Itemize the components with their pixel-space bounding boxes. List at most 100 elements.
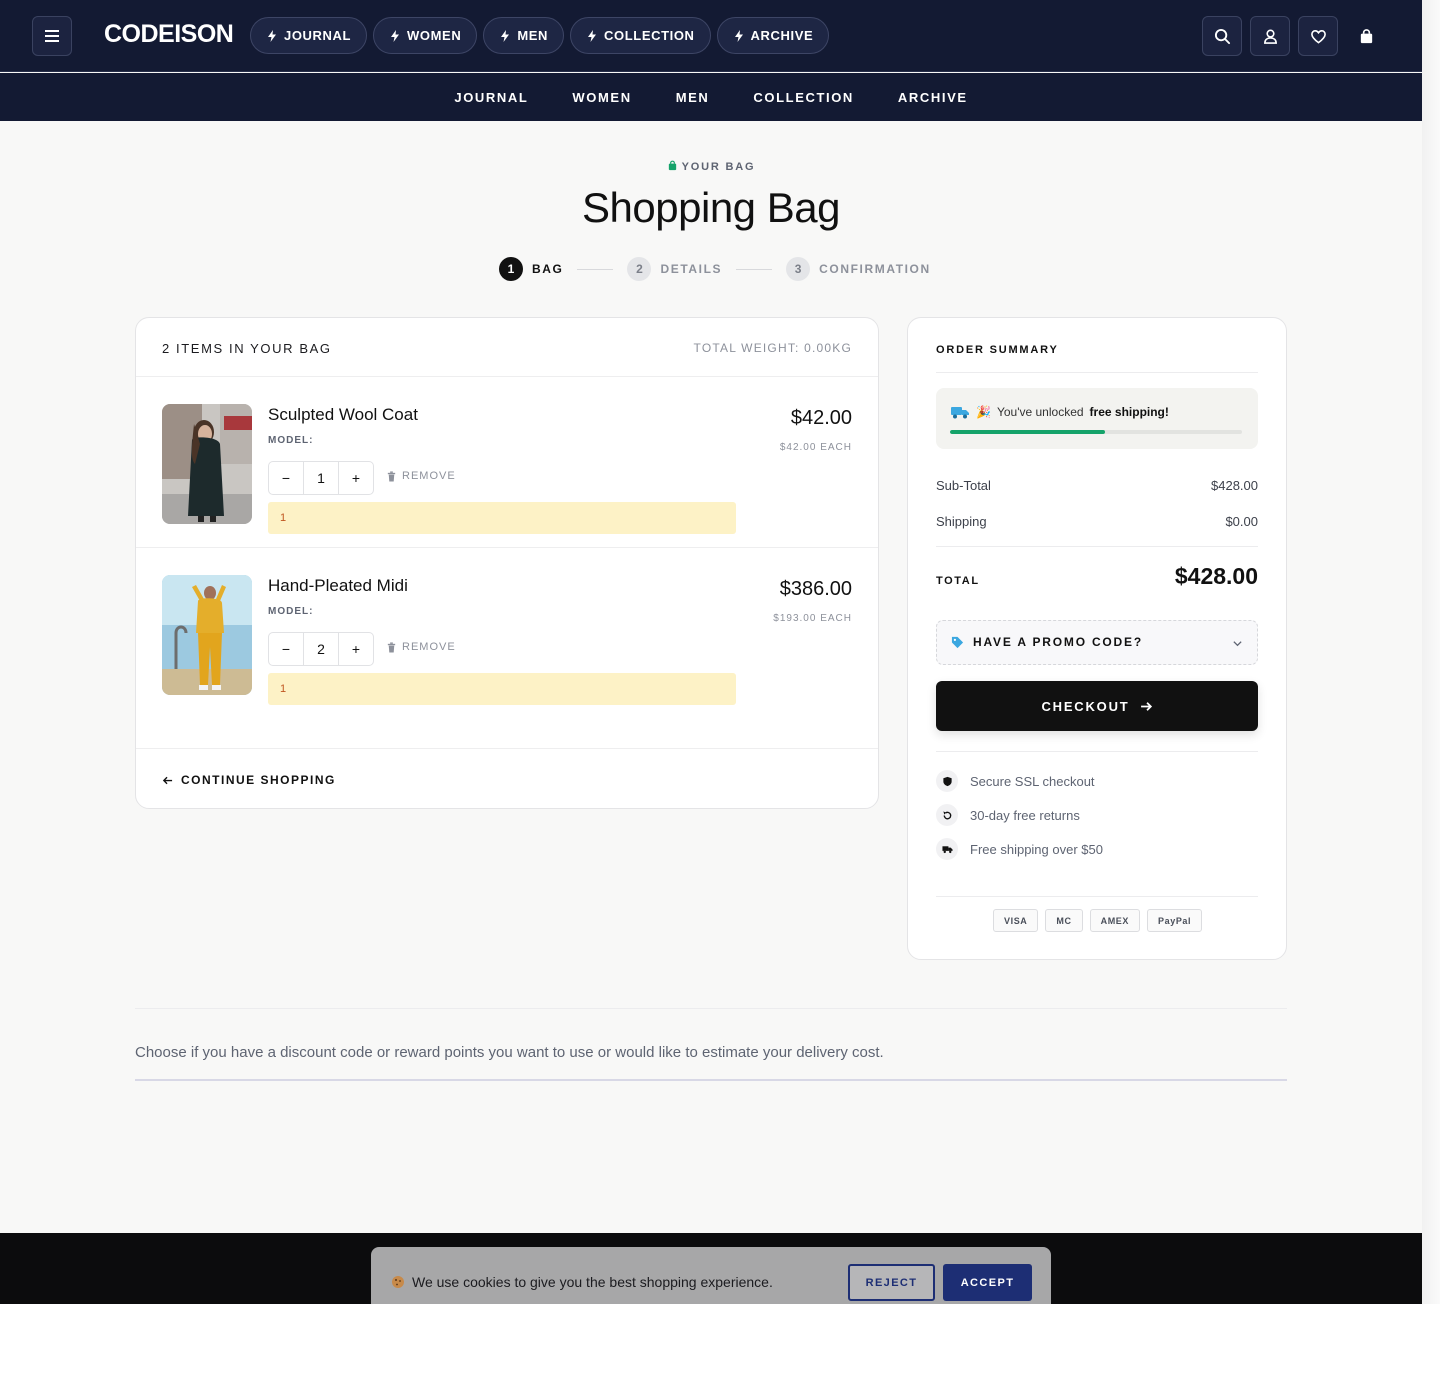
quantity-stepper: − 2 + xyxy=(268,632,374,666)
increase-button[interactable]: + xyxy=(339,633,373,665)
shipping-progress-fill xyxy=(950,430,1105,434)
account-button[interactable] xyxy=(1250,16,1290,56)
nav-women[interactable]: WOMEN xyxy=(572,90,631,105)
pill-archive[interactable]: ARCHIVE xyxy=(716,17,830,54)
step-label: BAG xyxy=(532,262,564,276)
bolt-icon xyxy=(588,29,597,42)
shipping-value: $0.00 xyxy=(1225,514,1258,529)
quick-nav: JOURNAL WOMEN MEN COLLECTION ARCHIVE xyxy=(250,17,830,54)
increase-button[interactable]: + xyxy=(339,462,373,494)
shipping-progress-bar xyxy=(950,430,1242,434)
shipping-bold: free shipping! xyxy=(1089,405,1169,419)
pill-label: WOMEN xyxy=(407,28,462,43)
remove-label: REMOVE xyxy=(402,641,456,653)
pill-journal[interactable]: JOURNAL xyxy=(250,17,368,54)
bag-icon xyxy=(1360,28,1372,43)
pill-label: COLLECTION xyxy=(604,28,695,43)
eyebrow-label: YOUR BAG xyxy=(681,161,756,173)
remove-button[interactable]: REMOVE xyxy=(386,470,456,482)
product-image[interactable] xyxy=(162,404,252,524)
nav-archive[interactable]: ARCHIVE xyxy=(898,90,968,105)
tag-icon xyxy=(951,636,964,648)
promo-code-toggle[interactable]: HAVE A PROMO CODE? xyxy=(936,620,1258,665)
nav-collection[interactable]: COLLECTION xyxy=(753,90,854,105)
accept-cookies-button[interactable]: ACCEPT xyxy=(943,1264,1032,1301)
trash-icon xyxy=(387,470,396,482)
perk-ssl: Secure SSL checkout xyxy=(936,770,1095,792)
discount-description: Choose if you have a discount code or re… xyxy=(135,1044,884,1061)
bolt-icon xyxy=(734,29,743,42)
summary-title: ORDER SUMMARY xyxy=(936,344,1059,356)
quantity-value[interactable]: 1 xyxy=(303,462,339,494)
product-name[interactable]: Sculpted Wool Coat xyxy=(268,405,418,425)
scrollbar-track[interactable] xyxy=(1422,0,1440,1304)
perk-label: Secure SSL checkout xyxy=(970,773,1095,789)
search-icon xyxy=(1214,28,1230,44)
free-shipping-banner: 🎉 You've unlocked free shipping! xyxy=(936,388,1258,449)
item-price: $386.00 xyxy=(779,578,852,600)
logo[interactable]: CODEISON xyxy=(104,20,234,49)
pill-label: ARCHIVE xyxy=(750,28,814,43)
shield-icon xyxy=(936,770,958,792)
nav-men[interactable]: MEN xyxy=(676,90,710,105)
total-label: TOTAL xyxy=(936,575,980,587)
step-details[interactable]: 2 DETAILS xyxy=(627,257,722,281)
decrease-button[interactable]: − xyxy=(269,633,303,665)
step-confirmation[interactable]: 3 CONFIRMATION xyxy=(786,257,931,281)
shipping-row: Shipping $0.00 xyxy=(936,514,1258,529)
step-label: CONFIRMATION xyxy=(819,262,931,276)
checkout-label: CHECKOUT xyxy=(1041,698,1130,714)
bag-button[interactable] xyxy=(1346,16,1386,56)
step-bag[interactable]: 1 BAG xyxy=(499,257,563,281)
trash-icon xyxy=(387,641,396,653)
payment-badge-visa: VISA xyxy=(993,909,1039,932)
item-notice: 1 xyxy=(268,502,736,534)
nav-journal[interactable]: JOURNAL xyxy=(454,90,528,105)
shipping-label: Shipping xyxy=(936,514,987,529)
main-nav: JOURNAL WOMEN MEN COLLECTION ARCHIVE xyxy=(0,73,1422,121)
search-button[interactable] xyxy=(1202,16,1242,56)
continue-shopping-link[interactable]: CONTINUE SHOPPING xyxy=(162,773,336,787)
bag-total-weight: TOTAL WEIGHT: 0.00KG xyxy=(693,341,852,355)
bolt-icon xyxy=(501,29,510,42)
divider xyxy=(135,1008,1287,1009)
subtotal-value: $428.00 xyxy=(1211,478,1258,493)
checkout-button[interactable]: CHECKOUT xyxy=(936,681,1258,731)
divider xyxy=(936,751,1258,752)
arrow-left-icon xyxy=(162,776,173,784)
product-name[interactable]: Hand-Pleated Midi xyxy=(268,576,408,596)
perk-returns: 30-day free returns xyxy=(936,804,1080,826)
quantity-stepper: − 1 + xyxy=(268,461,374,495)
cookie-text: We use cookies to give you the best shop… xyxy=(412,1274,773,1290)
step-divider xyxy=(577,268,614,270)
reject-cookies-button[interactable]: REJECT xyxy=(848,1264,935,1301)
payment-badge-amex: AMEX xyxy=(1089,909,1141,932)
hamburger-icon xyxy=(45,30,59,42)
cookie-banner: We use cookies to give you the best shop… xyxy=(371,1247,1051,1304)
page-title: Shopping Bag xyxy=(582,184,840,231)
bag-item: Sculpted Wool Coat MODEL: − 1 + REMOVE 1… xyxy=(136,378,878,548)
header-actions xyxy=(1202,16,1386,56)
item-price: $42.00 xyxy=(790,407,852,429)
item-notice: 1 xyxy=(268,673,736,705)
quantity-value[interactable]: 2 xyxy=(303,633,339,665)
product-image[interactable] xyxy=(162,575,252,695)
remove-button[interactable]: REMOVE xyxy=(386,641,456,653)
pill-men[interactable]: MEN xyxy=(483,17,565,54)
wishlist-button[interactable] xyxy=(1298,16,1338,56)
pill-women[interactable]: WOMEN xyxy=(373,17,478,54)
step-label: DETAILS xyxy=(660,262,723,276)
menu-button[interactable] xyxy=(32,16,72,56)
heart-icon xyxy=(1310,29,1326,44)
free-shipping-message: 🎉 You've unlocked free shipping! xyxy=(950,404,1169,420)
top-bar: CODEISON JOURNAL WOMEN MEN COLLECTION AR… xyxy=(0,0,1422,72)
step-number: 2 xyxy=(627,257,652,281)
page-eyebrow: YOUR BAG xyxy=(0,160,1422,173)
truck-icon xyxy=(951,407,969,419)
subtotal-row: Sub-Total $428.00 xyxy=(936,478,1258,493)
step-number: 3 xyxy=(786,257,811,281)
divider xyxy=(936,896,1258,897)
step-number: 1 xyxy=(499,257,523,281)
pill-collection[interactable]: COLLECTION xyxy=(570,17,711,54)
decrease-button[interactable]: − xyxy=(269,462,303,494)
